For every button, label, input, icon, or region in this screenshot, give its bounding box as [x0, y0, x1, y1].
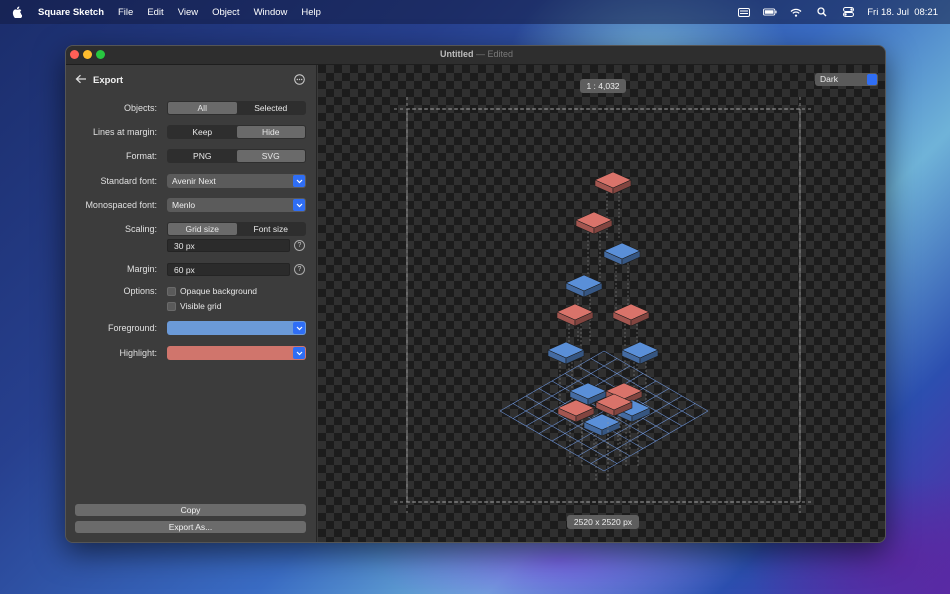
menubar-clock[interactable]: Fri 18. Jul 08:21 [867, 7, 938, 18]
highlight-color-well[interactable] [167, 346, 306, 360]
menu-help[interactable]: Help [301, 7, 321, 18]
objects-selected-segment[interactable]: Selected [237, 102, 306, 114]
edited-status: Edited [487, 49, 514, 59]
preview-canvas[interactable]: 1 : 4,032 2520 x 2520 px Dark [318, 65, 885, 542]
control-center-icon[interactable] [841, 6, 855, 18]
margin-label: Margin: [126, 264, 157, 274]
format-label: Format: [125, 151, 157, 161]
scale-badge: 1 : 4,032 [580, 79, 626, 93]
chevron-down-icon [293, 199, 305, 211]
margin-help-icon[interactable]: ? [294, 264, 305, 275]
lines-keep-segment[interactable]: Keep [168, 126, 237, 138]
keyboard-icon[interactable] [737, 6, 751, 18]
margin-value-field[interactable]: 60 px [167, 263, 290, 276]
spotlight-search-icon[interactable] [815, 6, 829, 18]
scaling-label: Scaling: [124, 224, 157, 234]
visible-grid-label: Visible grid [180, 301, 222, 311]
scaling-help-icon[interactable]: ? [294, 240, 305, 251]
battery-icon[interactable] [763, 6, 777, 18]
opaque-background-checkbox[interactable]: Opaque background [167, 286, 257, 296]
standard-font-popup[interactable]: Avenir Next [167, 174, 306, 188]
lines-at-margin-label: Lines at margin: [92, 127, 157, 137]
window-title: Untitled — Edited [66, 49, 885, 59]
menu-view[interactable]: View [178, 7, 198, 18]
scaling-grid-size-segment[interactable]: Grid size [168, 223, 237, 235]
format-png-segment[interactable]: PNG [168, 150, 237, 162]
format-svg-segment[interactable]: SVG [236, 150, 305, 162]
menu-app-name[interactable]: Square Sketch [38, 7, 104, 18]
apple-menu-icon[interactable] [12, 6, 26, 18]
menu-file[interactable]: File [118, 7, 133, 18]
menu-edit[interactable]: Edit [147, 7, 163, 18]
export-bounds [406, 108, 801, 503]
scaling-segmented-control: Grid size Font size [167, 222, 306, 236]
checkbox-box[interactable] [167, 301, 176, 311]
menu-window[interactable]: Window [254, 7, 288, 18]
isometric-artwork [394, 97, 812, 513]
sidebar-header: Export [66, 65, 317, 93]
visible-grid-checkbox[interactable]: Visible grid [167, 301, 221, 311]
app-window: Untitled — Edited Export Objects: All Se… [65, 45, 886, 543]
chevron-updown-icon [867, 74, 877, 85]
standard-font-label: Standard font: [100, 176, 157, 186]
menu-object[interactable]: Object [212, 7, 239, 18]
scaling-font-size-segment[interactable]: Font size [237, 223, 306, 235]
monospaced-font-label: Monospaced font: [85, 200, 157, 210]
theme-popup[interactable]: Dark [815, 73, 878, 86]
menu-bar: Square Sketch File Edit View Object Wind… [0, 0, 950, 24]
size-badge: 2520 x 2520 px [567, 515, 639, 529]
standard-font-value: Avenir Next [172, 176, 216, 186]
foreground-color-well[interactable] [167, 321, 306, 335]
document-name: Untitled [439, 49, 474, 59]
lines-hide-segment[interactable]: Hide [236, 126, 305, 138]
foreground-label: Foreground: [107, 323, 157, 333]
checkbox-box[interactable] [167, 286, 176, 296]
opaque-background-label: Opaque background [180, 286, 258, 296]
monospaced-font-value: Menlo [172, 200, 196, 210]
objects-all-segment[interactable]: All [168, 102, 237, 114]
chevron-down-icon [293, 322, 305, 334]
highlight-label: Highlight: [119, 348, 157, 358]
chevron-down-icon [293, 175, 305, 187]
more-options-icon[interactable] [294, 74, 305, 85]
format-segmented-control: PNG SVG [167, 149, 306, 163]
scaling-value-field[interactable]: 30 px [167, 239, 290, 252]
window-titlebar[interactable]: Untitled — Edited [66, 46, 885, 65]
back-arrow-icon[interactable] [75, 74, 87, 84]
monospaced-font-popup[interactable]: Menlo [167, 198, 306, 212]
chevron-down-icon [293, 347, 305, 359]
theme-value: Dark [820, 74, 838, 84]
objects-segmented-control: All Selected [167, 101, 306, 115]
lines-at-margin-segmented-control: Keep Hide [167, 125, 306, 139]
copy-button[interactable]: Copy [75, 504, 306, 516]
objects-label: Objects: [123, 103, 157, 113]
export-sidebar: Export Objects: All Selected Lines at ma… [66, 65, 317, 542]
title-separator: — [475, 49, 485, 59]
options-label: Options: [123, 286, 157, 296]
wifi-icon[interactable] [789, 6, 803, 18]
sidebar-title: Export [93, 75, 124, 86]
export-as-button[interactable]: Export As... [75, 521, 306, 533]
